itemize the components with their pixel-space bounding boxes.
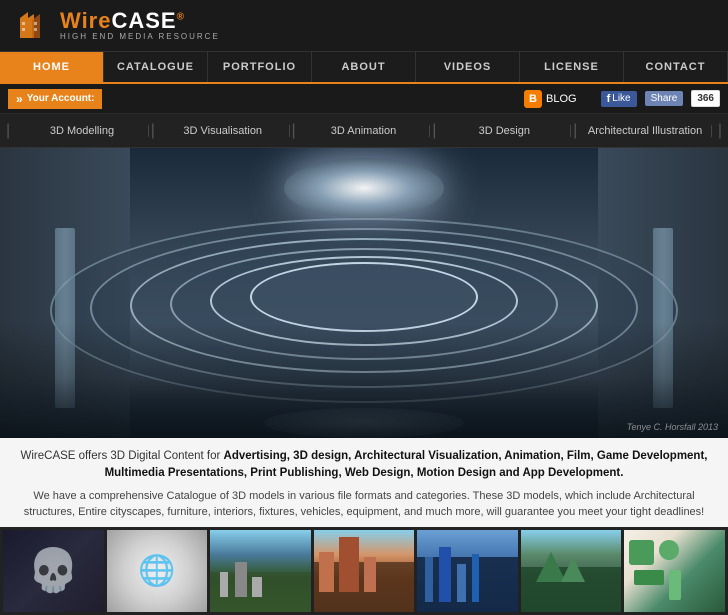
tower-a bbox=[425, 557, 433, 602]
tree-2 bbox=[561, 557, 585, 582]
thumbnail-3[interactable] bbox=[210, 530, 311, 612]
main-nav: HOME CATALOGUE PORTFOLIO ABOUT VIDEOS LI… bbox=[0, 52, 728, 84]
hero-overlay bbox=[0, 148, 728, 438]
cat-3d-modelling[interactable]: 3D Modelling bbox=[16, 125, 149, 137]
thumbnail-5[interactable] bbox=[417, 530, 518, 612]
nav-portfolio[interactable]: PORTFOLIO bbox=[208, 52, 312, 82]
object-d bbox=[669, 570, 681, 600]
nav-contact[interactable]: CONTACT bbox=[624, 52, 728, 82]
nav-license[interactable]: LICENSE bbox=[520, 52, 624, 82]
cat-3d-animation[interactable]: 3D Animation bbox=[298, 125, 431, 137]
hero-visual: Tenye C. Horsfall 2013 bbox=[0, 148, 728, 438]
description-sub: We have a comprehensive Catalogue of 3D … bbox=[20, 488, 708, 521]
skull-decoration: 💀 bbox=[27, 546, 79, 595]
thumbnail-7[interactable] bbox=[624, 530, 725, 612]
logo-icon bbox=[12, 6, 52, 46]
logo-subtitle: HIGH END MEDIA RESOURCE bbox=[60, 32, 220, 41]
hero-image: Tenye C. Horsfall 2013 bbox=[0, 148, 728, 438]
account-button[interactable]: Your Account: bbox=[8, 89, 102, 109]
cat-sep-2: | bbox=[290, 122, 298, 140]
nav-videos[interactable]: VIDEOS bbox=[416, 52, 520, 82]
building-b bbox=[235, 562, 247, 597]
blogger-icon: B bbox=[524, 90, 542, 108]
thumbnail-strip: 💀 🌐 bbox=[0, 527, 728, 615]
description-area: WireCASE offers 3D Digital Content for A… bbox=[0, 438, 728, 527]
tower-b bbox=[439, 547, 451, 602]
object-a bbox=[629, 540, 654, 565]
thumbnail-2[interactable]: 🌐 bbox=[107, 530, 208, 612]
logo-title: WireCASE® bbox=[60, 10, 220, 32]
cat-sep-1: | bbox=[149, 122, 157, 140]
thumbnail-6[interactable] bbox=[521, 530, 622, 612]
logo-area: WireCASE® HIGH END MEDIA RESOURCE bbox=[12, 6, 220, 46]
sub-nav: Your Account: B BLOG f Like Share 366 bbox=[0, 84, 728, 114]
thumbnail-1[interactable]: 💀 bbox=[3, 530, 104, 612]
object-c bbox=[634, 570, 664, 585]
tower-d bbox=[472, 554, 479, 602]
facebook-like-button[interactable]: f Like bbox=[601, 91, 637, 107]
category-bar: | 3D Modelling | 3D Visualisation | 3D A… bbox=[0, 114, 728, 148]
logo-text: WireCASE® HIGH END MEDIA RESOURCE bbox=[60, 10, 220, 41]
nav-catalogue[interactable]: CATALOGUE bbox=[104, 52, 208, 82]
cat-3d-design[interactable]: 3D Design bbox=[438, 125, 571, 137]
cat-3d-visualisation[interactable]: 3D Visualisation bbox=[157, 125, 290, 137]
nav-home[interactable]: HOME bbox=[0, 52, 104, 82]
hero-credit: Tenye C. Horsfall 2013 bbox=[627, 422, 718, 432]
desc-plain-text: WireCASE offers 3D Digital Content for bbox=[21, 450, 224, 462]
cat-arch-illustration[interactable]: Architectural Illustration bbox=[579, 125, 712, 137]
building-d bbox=[319, 552, 334, 592]
share-count: 366 bbox=[691, 90, 720, 107]
cat-sep-4: | bbox=[571, 122, 579, 140]
description-main: WireCASE offers 3D Digital Content for A… bbox=[20, 448, 708, 483]
cat-sep-3: | bbox=[430, 122, 438, 140]
cat-sep-0: | bbox=[0, 122, 16, 140]
blog-button[interactable]: B BLOG bbox=[524, 90, 577, 108]
header: WireCASE® HIGH END MEDIA RESOURCE bbox=[0, 0, 728, 52]
thumbnail-4[interactable] bbox=[314, 530, 415, 612]
sphere-decoration: 🌐 bbox=[138, 553, 175, 588]
building-f bbox=[364, 557, 376, 592]
cat-sep-5: | bbox=[712, 122, 728, 140]
building-a bbox=[220, 572, 228, 597]
building-c bbox=[252, 577, 262, 597]
tower-c bbox=[457, 564, 466, 602]
facebook-share-button[interactable]: Share bbox=[645, 91, 684, 106]
nav-about[interactable]: ABOUT bbox=[312, 52, 416, 82]
building-e bbox=[339, 537, 359, 592]
object-b bbox=[659, 540, 679, 560]
